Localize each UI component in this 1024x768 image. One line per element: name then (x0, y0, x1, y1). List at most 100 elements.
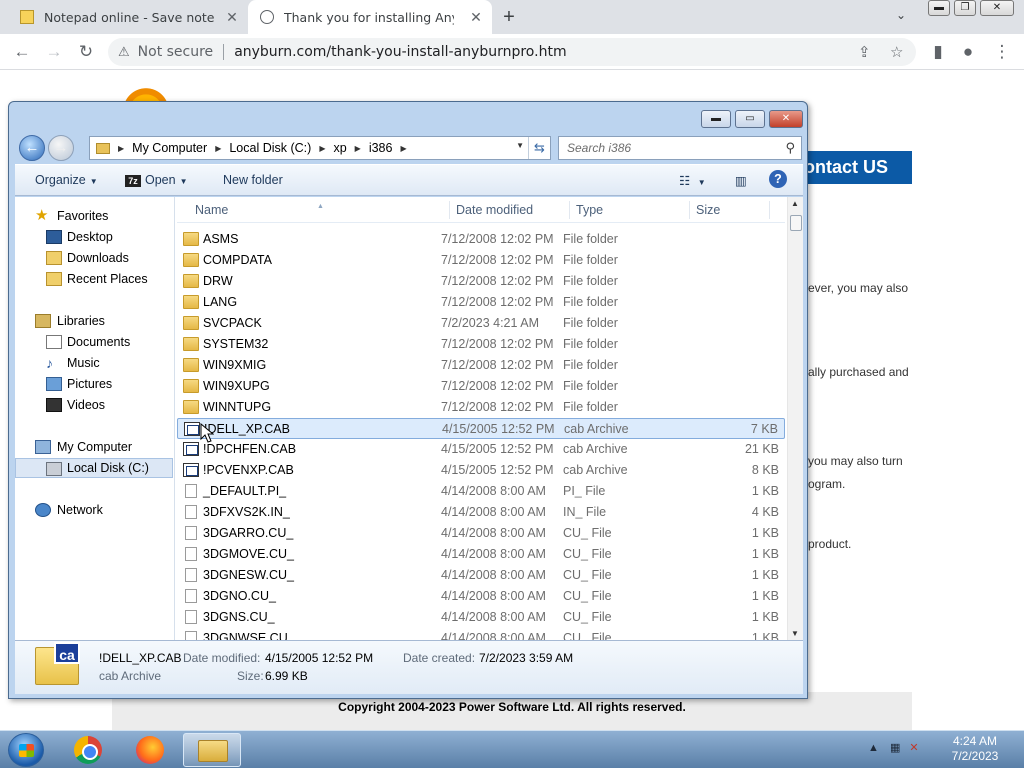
scroll-thumb[interactable] (790, 215, 802, 231)
nav-desktop[interactable]: Desktop (15, 227, 173, 247)
maximize-button[interactable]: ❐ (954, 0, 976, 16)
taskbar-firefox[interactable] (121, 733, 179, 767)
scroll-down-icon[interactable]: ▼ (791, 629, 799, 638)
dialog-maximize-button[interactable]: ▭ (735, 110, 765, 128)
chrome-icon (74, 736, 102, 764)
help-icon[interactable]: ? (769, 170, 787, 188)
file-name: SYSTEM32 (203, 337, 269, 351)
system-tray: ▲ ▦ ✕ (868, 741, 919, 754)
file-row[interactable]: 3DGNO.CU_ 4/14/2008 8:00 AM CU_ File 1 KB (177, 586, 785, 607)
address-bar[interactable]: ⚠ Not secure anyburn.com/thank-you-insta… (108, 38, 916, 66)
close-tab-icon[interactable]: ✕ (468, 9, 484, 25)
nav-recent-places[interactable]: Recent Places (15, 269, 173, 289)
search-icon[interactable]: ⚲ (785, 137, 795, 159)
history-dropdown-icon[interactable]: ▼ (516, 141, 524, 150)
taskbar-chrome[interactable] (59, 733, 117, 767)
file-row[interactable]: SYSTEM32 7/12/2008 12:02 PM File folder (177, 334, 785, 355)
back-arrow-icon[interactable]: ← (12, 42, 32, 62)
file-row[interactable]: COMPDATA 7/12/2008 12:02 PM File folder (177, 250, 785, 271)
security-label[interactable]: Not secure (138, 44, 214, 60)
search-input[interactable]: Search i386 ⚲ (558, 136, 802, 160)
side-panel-icon[interactable]: ▮ (928, 42, 948, 62)
warning-triangle-icon[interactable]: ⚠ (118, 44, 130, 60)
file-row[interactable]: ASMS 7/12/2008 12:02 PM File folder (177, 229, 785, 250)
minimize-button[interactable]: ▬ (928, 0, 950, 16)
file-icon (185, 505, 197, 519)
breadcrumb-item[interactable]: ▶ My Computer (118, 141, 207, 155)
tab-notepad[interactable]: Notepad online - Save notes onli ✕ (8, 0, 248, 34)
file-row[interactable]: _DEFAULT.PI_ 4/14/2008 8:00 AM PI_ File 1 K… (177, 481, 785, 502)
back-button[interactable]: ← (19, 135, 45, 161)
show-hidden-icons-icon[interactable]: ▲ (868, 742, 879, 754)
recent-places-icon (46, 272, 62, 286)
share-icon[interactable]: ⇪ (858, 43, 871, 61)
forward-arrow-icon[interactable]: → (44, 42, 64, 62)
file-row[interactable]: WINNTUPG 7/12/2008 12:02 PM File folder (177, 397, 785, 418)
nav-videos[interactable]: Videos (15, 395, 173, 415)
forward-button[interactable]: → (48, 135, 74, 161)
nav-favorites[interactable]: ★ Favorites (15, 206, 173, 226)
tab-anyburn[interactable]: Thank you for installing AnyBurn ✕ (248, 0, 492, 34)
file-row[interactable]: !DELL_XP.CAB 4/15/2005 12:52 PM cab Archiv… (177, 418, 785, 439)
bookmark-star-icon[interactable]: ☆ (890, 43, 903, 61)
menu-dots-icon[interactable]: ⋮ (992, 42, 1012, 62)
clock[interactable]: 4:24 AM 7/2/2023 (940, 734, 1010, 764)
file-row[interactable]: WIN9XUPG 7/12/2008 12:02 PM File folder (177, 376, 785, 397)
nav-music[interactable]: ♪ Music (15, 353, 173, 373)
new-folder-button[interactable]: New folder (223, 173, 283, 187)
organize-button[interactable]: Organize ▼ (35, 173, 98, 187)
dialog-close-button[interactable]: ✕ (769, 110, 803, 128)
vertical-scrollbar[interactable]: ▲ ▼ (787, 197, 803, 640)
dialog-minimize-button[interactable]: ▬ (701, 110, 731, 128)
file-type: File folder (563, 316, 618, 330)
file-list: Name ▲ Date modified Type Size ASMS 7/12/… (177, 197, 803, 645)
breadcrumb-item[interactable]: ▶ Local Disk (C:) (215, 141, 311, 155)
volume-muted-icon[interactable]: ✕ (909, 742, 918, 754)
file-row[interactable]: 3DFXVS2K.IN_ 4/14/2008 8:00 AM IN_ File 4 K… (177, 502, 785, 523)
file-row[interactable]: 3DGNS.CU_ 4/14/2008 8:00 AM CU_ File 1 KB (177, 607, 785, 628)
view-options-icon[interactable]: ☷ ▼ (679, 173, 706, 188)
open-button[interactable]: 7z Open ▼ (125, 173, 188, 187)
preview-pane-icon[interactable]: ▥ (735, 173, 747, 188)
scroll-up-icon[interactable]: ▲ (791, 199, 799, 208)
taskbar-explorer[interactable] (183, 733, 241, 767)
close-tab-icon[interactable]: ✕ (224, 9, 240, 25)
refresh-icon[interactable]: ⇆ (528, 137, 550, 159)
file-icon (185, 568, 197, 582)
file-row[interactable]: DRW 7/12/2008 12:02 PM File folder (177, 271, 785, 292)
column-size[interactable]: Size (696, 203, 720, 217)
nav-documents[interactable]: Documents (15, 332, 173, 352)
nav-local-disk[interactable]: Local Disk (C:) (15, 458, 173, 478)
url-text[interactable]: anyburn.com/thank-you-install-anyburnpro… (234, 44, 566, 60)
nav-downloads[interactable]: Downloads (15, 248, 173, 268)
file-name: DRW (203, 274, 233, 288)
file-row[interactable]: WIN9XMIG 7/12/2008 12:02 PM File folder (177, 355, 785, 376)
tab-search-chevron-icon[interactable]: ⌄ (896, 8, 906, 22)
reload-icon[interactable]: ↻ (76, 42, 96, 62)
new-tab-button[interactable]: + (498, 6, 520, 28)
file-row[interactable]: 3DGMOVE.CU_ 4/14/2008 8:00 AM CU_ File 1 KB (177, 544, 785, 565)
breadcrumb-chevron-icon[interactable]: ▶ (400, 144, 414, 153)
file-row[interactable]: !DPCHFEN.CAB 4/15/2005 12:52 PM cab Archiv… (177, 439, 785, 460)
breadcrumb-item[interactable]: ▶ xp (319, 141, 346, 155)
file-row[interactable]: 3DGNESW.CU_ 4/14/2008 8:00 AM CU_ File 1 KB (177, 565, 785, 586)
close-window-button[interactable]: ✕ (980, 0, 1014, 16)
nav-my-computer[interactable]: My Computer (15, 437, 173, 457)
file-row[interactable]: !PCVENXP.CAB 4/15/2005 12:52 PM cab Archiv… (177, 460, 785, 481)
column-type[interactable]: Type (576, 203, 603, 217)
column-name[interactable]: Name (195, 203, 228, 217)
nav-pictures[interactable]: Pictures (15, 374, 173, 394)
explorer-folder-icon (198, 740, 228, 762)
file-row[interactable]: LANG 7/12/2008 12:02 PM File folder (177, 292, 785, 313)
file-row[interactable]: 3DGARRO.CU_ 4/14/2008 8:00 AM CU_ File 1 KB (177, 523, 785, 544)
nav-network[interactable]: Network (15, 500, 173, 520)
breadcrumb-item[interactable]: ▶ i386 (355, 141, 393, 155)
column-date[interactable]: Date modified (456, 203, 533, 217)
nav-libraries[interactable]: Libraries (15, 311, 173, 331)
profile-avatar-icon[interactable]: ● (958, 42, 978, 62)
contact-us-link[interactable]: ontact US (800, 151, 912, 184)
start-button[interactable] (8, 733, 44, 767)
network-tray-icon[interactable]: ▦ (890, 742, 900, 754)
address-breadcrumb[interactable]: ▶ My Computer ▶ Local Disk (C:) ▶ xp ▶ i386 … (89, 136, 551, 160)
file-row[interactable]: SVCPACK 7/2/2023 4:21 AM File folder (177, 313, 785, 334)
